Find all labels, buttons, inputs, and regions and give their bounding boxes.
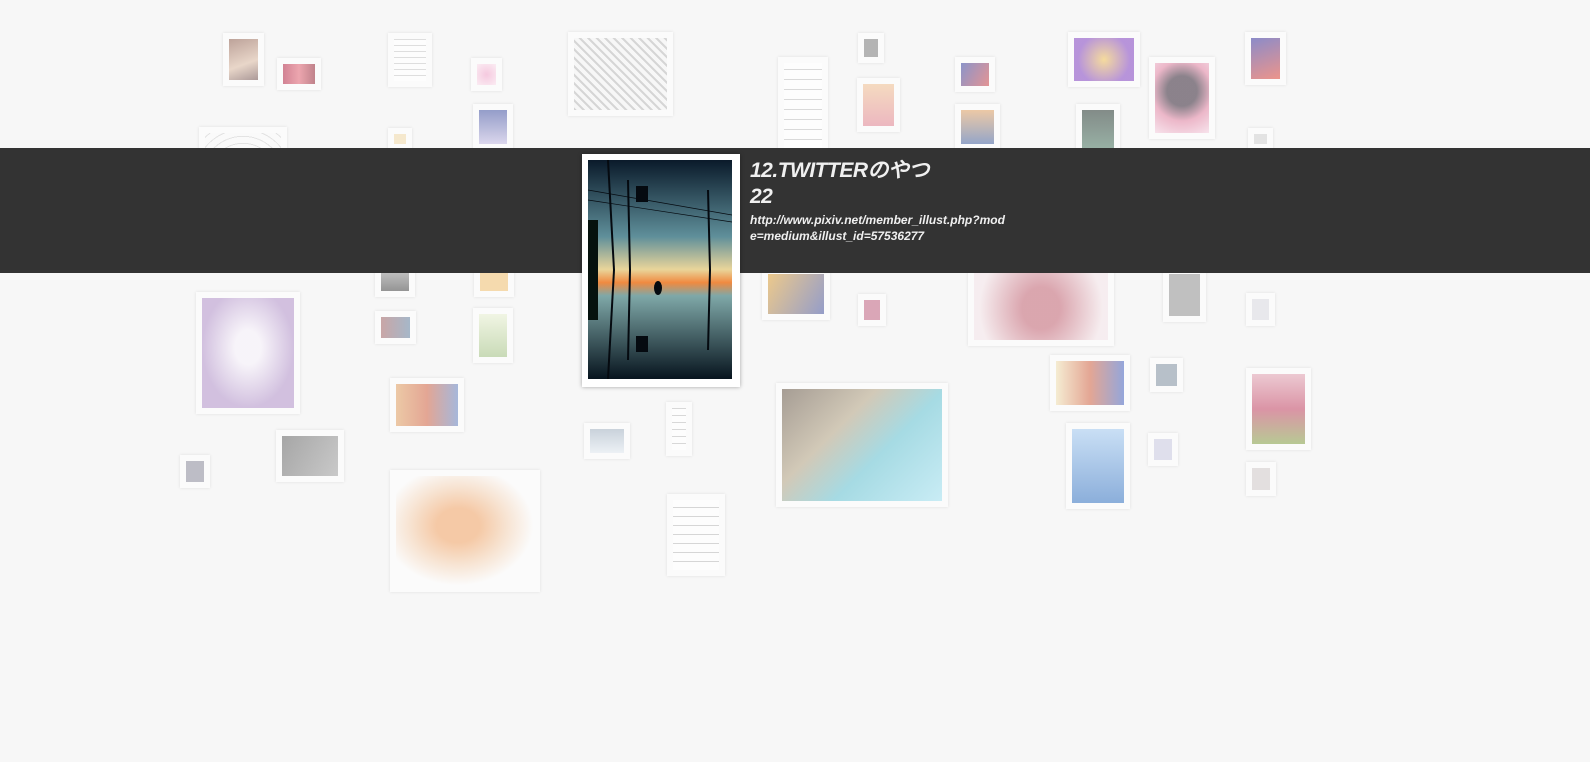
selected-artwork[interactable] xyxy=(582,154,740,387)
artwork xyxy=(396,384,458,426)
thumbnail-image[interactable] xyxy=(473,308,513,363)
artwork xyxy=(283,64,315,84)
artwork xyxy=(768,274,824,314)
thumbnail-image[interactable] xyxy=(277,58,321,90)
artwork xyxy=(1252,374,1305,444)
artwork xyxy=(863,84,894,126)
artwork xyxy=(1072,429,1124,503)
thumbnail-image[interactable] xyxy=(1050,355,1130,411)
thumbnail-image[interactable] xyxy=(666,402,692,456)
thumbnail-image[interactable] xyxy=(180,455,210,488)
thumbnail-image[interactable] xyxy=(1246,368,1311,450)
artwork xyxy=(672,408,686,450)
thumbnail-image[interactable] xyxy=(196,292,300,414)
artwork-link[interactable]: http://www.pixiv.net/member_illust.php?m… xyxy=(750,212,1010,244)
thumbnail-image[interactable] xyxy=(276,430,344,482)
thumbnail-image[interactable] xyxy=(1245,32,1286,85)
thumbnail-image[interactable] xyxy=(1150,358,1183,392)
thumbnail-image[interactable] xyxy=(955,104,1000,150)
thumbnail-image[interactable] xyxy=(858,33,884,63)
artwork xyxy=(282,436,338,476)
artwork xyxy=(394,134,406,144)
thumbnail-image[interactable] xyxy=(568,32,673,116)
thumbnail-image[interactable] xyxy=(388,33,432,87)
artwork xyxy=(1074,38,1134,81)
thumbnail-image[interactable] xyxy=(1066,423,1130,509)
artwork xyxy=(479,110,507,144)
thumbnail-image[interactable] xyxy=(1163,268,1206,322)
artwork xyxy=(229,39,258,80)
thumbnail-image[interactable] xyxy=(390,470,540,592)
thumbnail-image[interactable] xyxy=(1148,433,1178,466)
artwork xyxy=(1254,134,1267,144)
artwork xyxy=(784,63,822,149)
thumbnail-image[interactable] xyxy=(1068,32,1140,87)
thumbnail-image[interactable] xyxy=(1149,57,1215,139)
artwork xyxy=(396,476,534,586)
artwork xyxy=(782,389,942,501)
thumbnail-image[interactable] xyxy=(223,33,264,86)
artwork xyxy=(1156,364,1177,386)
artwork xyxy=(961,63,989,86)
artwork xyxy=(1252,299,1269,320)
thumbnail-image[interactable] xyxy=(1248,128,1273,150)
thumbnail-image[interactable] xyxy=(776,383,948,507)
thumbnail-image[interactable] xyxy=(667,494,725,576)
thumbnail-image[interactable] xyxy=(857,78,900,132)
artwork xyxy=(202,298,294,408)
artwork xyxy=(574,38,667,110)
artwork xyxy=(864,300,880,320)
artwork xyxy=(590,429,624,453)
artwork xyxy=(1154,439,1172,460)
thumbnail-image[interactable] xyxy=(858,294,886,326)
thumbnail-image[interactable] xyxy=(778,57,828,155)
artwork xyxy=(1252,468,1270,490)
thumbnail-image[interactable] xyxy=(390,378,464,432)
artwork xyxy=(394,39,426,81)
artwork xyxy=(479,314,507,357)
artwork xyxy=(381,317,410,338)
artwork xyxy=(1251,38,1280,79)
artwork xyxy=(1155,63,1209,133)
artwork xyxy=(1056,361,1124,405)
artwork xyxy=(864,39,878,57)
thumbnail-image[interactable] xyxy=(471,58,502,91)
artwork xyxy=(1169,274,1200,316)
thumbnail-image[interactable] xyxy=(473,104,513,150)
thumbnail-image[interactable] xyxy=(375,311,416,344)
thumbnail-image[interactable] xyxy=(388,128,412,150)
thumbnail-image[interactable] xyxy=(762,268,830,320)
artwork-title: 12.TWITTERのやつ22 xyxy=(750,159,930,208)
thumbnail-image[interactable] xyxy=(955,57,995,92)
thumbnail-image[interactable] xyxy=(1246,293,1275,326)
thumbnail-image[interactable] xyxy=(584,423,630,459)
artwork-image xyxy=(588,160,732,379)
artwork xyxy=(961,110,994,144)
artwork xyxy=(673,500,719,570)
artwork xyxy=(186,461,204,482)
thumbnail-image[interactable] xyxy=(1246,462,1276,496)
artwork xyxy=(477,64,496,85)
